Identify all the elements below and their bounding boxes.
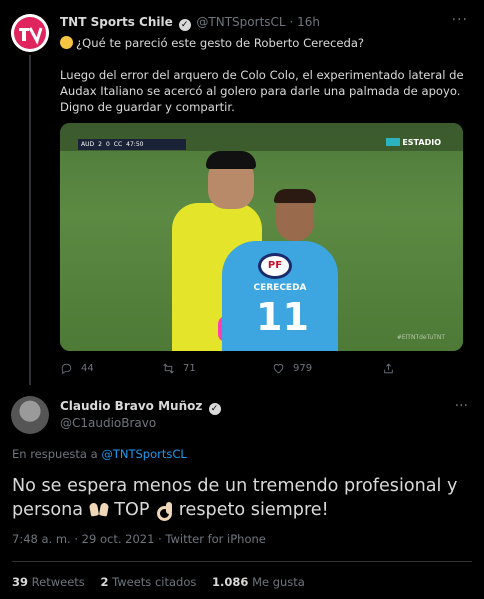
more-options-icon[interactable]: ··· [455, 398, 468, 414]
like-count: 979 [293, 363, 313, 374]
claudio-bravo-avatar[interactable] [11, 396, 49, 434]
reply-prefix: En respuesta a [12, 447, 98, 461]
broadcaster-name: ESTADIO [402, 138, 441, 147]
scorebug-away-score: 0 [105, 141, 110, 148]
quotes-stat[interactable]: 2 Tweets citados [100, 575, 196, 589]
author-name[interactable]: Claudio Bravo Muñoz ✓ [60, 399, 223, 415]
quotes-number: 2 [100, 575, 109, 589]
thinking-face-icon [60, 36, 73, 49]
tweet1-actions: 44 71 979 [60, 362, 460, 378]
separator-dot: · [158, 532, 162, 546]
like-button[interactable]: 979 [272, 362, 312, 375]
share-icon [384, 363, 393, 374]
separator-dot: · [74, 532, 79, 546]
shirt-sponsor-logo: PF [258, 253, 292, 279]
tweet-time[interactable]: 7:48 a. m. [12, 532, 71, 546]
tweet2-text-part2: TOP [114, 500, 150, 520]
tweet-time[interactable]: 16h [297, 15, 320, 29]
reply-handle-link[interactable]: @TNTSportsCL [101, 447, 186, 461]
tweet1-text: ¿Qué te pareció este gesto de Roberto Ce… [60, 35, 470, 131]
scorebug-home-score: 2 [98, 141, 102, 148]
author-handle[interactable]: @C1audioBravo [60, 416, 156, 430]
retweet-button[interactable]: 71 [162, 362, 196, 375]
tweet-timestamp: 7:48 a. m. · 29 oct. 2021 · Twitter for … [12, 532, 266, 546]
goalkeeper-hair [206, 151, 256, 169]
quoted-thread-tweet[interactable]: TNT Sports Chile ✓ @TNTSportsCL · 16h ··… [0, 0, 484, 390]
tweet2-text-part3: respeto siempre! [178, 500, 329, 520]
scorebug: AUD 2 0 CC 47:50 [78, 139, 186, 150]
author-name-text: Claudio Bravo Muñoz [60, 399, 203, 413]
scorebug-clock: 47:50 [126, 141, 144, 148]
tweet-date[interactable]: 29 oct. 2021 [82, 532, 155, 546]
broadcaster-mark-icon [386, 138, 401, 146]
likes-number: 1.086 [212, 575, 249, 589]
tnt-sports-avatar[interactable] [11, 14, 49, 52]
tweet1-body: Luego del error del arquero de Colo Colo… [60, 68, 464, 114]
reply-count: 44 [81, 363, 94, 374]
verified-badge-icon: ✓ [208, 403, 221, 415]
retweets-label: Retweets [31, 575, 85, 589]
scorebug-home: AUD [81, 141, 95, 148]
verified-badge-icon: ✓ [178, 19, 191, 31]
author-handle[interactable]: @TNTSportsCL [196, 15, 285, 29]
raising-hands-icon [89, 500, 109, 518]
shirt-number: 11 [256, 295, 309, 339]
ok-hand-icon [155, 500, 173, 521]
retweets-stat[interactable]: 39 Retweets [12, 575, 85, 589]
retweet-count: 71 [183, 363, 196, 374]
heart-icon [273, 364, 284, 374]
divider [12, 561, 472, 562]
player-hair [274, 189, 316, 203]
retweet-icon [163, 363, 174, 374]
retweets-number: 39 [12, 575, 29, 589]
broadcaster-logo: ESTADIO [386, 138, 441, 147]
likes-label: Me gusta [252, 575, 305, 589]
separator-dot: · [289, 15, 294, 29]
tweet1-line1: ¿Qué te pareció este gesto de Roberto Ce… [76, 36, 365, 50]
more-options-icon[interactable]: ··· [452, 12, 468, 28]
likes-stat[interactable]: 1.086 Me gusta [212, 575, 305, 589]
scorebug-away: CC [113, 141, 123, 148]
reply-button[interactable]: 44 [60, 362, 94, 375]
tweet2-text: No se espera menos de un tremendo profes… [12, 474, 472, 522]
engagement-stats: 39 Retweets 2 Tweets citados 1.086 Me gu… [12, 575, 317, 589]
reply-icon [61, 363, 72, 375]
tweet1-header: TNT Sports Chile ✓ @TNTSportsCL · 16h [60, 15, 320, 31]
tweet-source[interactable]: Twitter for iPhone [165, 532, 266, 546]
share-button[interactable] [382, 362, 395, 375]
shirt-name: CERECEDA [253, 283, 307, 293]
author-name[interactable]: TNT Sports Chile [60, 15, 173, 29]
media-watermark: #ElTNTdeTuTNT [396, 334, 445, 341]
thread-line [29, 55, 31, 385]
tweet-media-image[interactable]: AUD 2 0 CC 47:50 ESTADIO PF CERECEDA 11 … [60, 123, 463, 351]
reply-context: En respuesta a @TNTSportsCL [12, 447, 187, 461]
quotes-label: Tweets citados [112, 575, 197, 589]
